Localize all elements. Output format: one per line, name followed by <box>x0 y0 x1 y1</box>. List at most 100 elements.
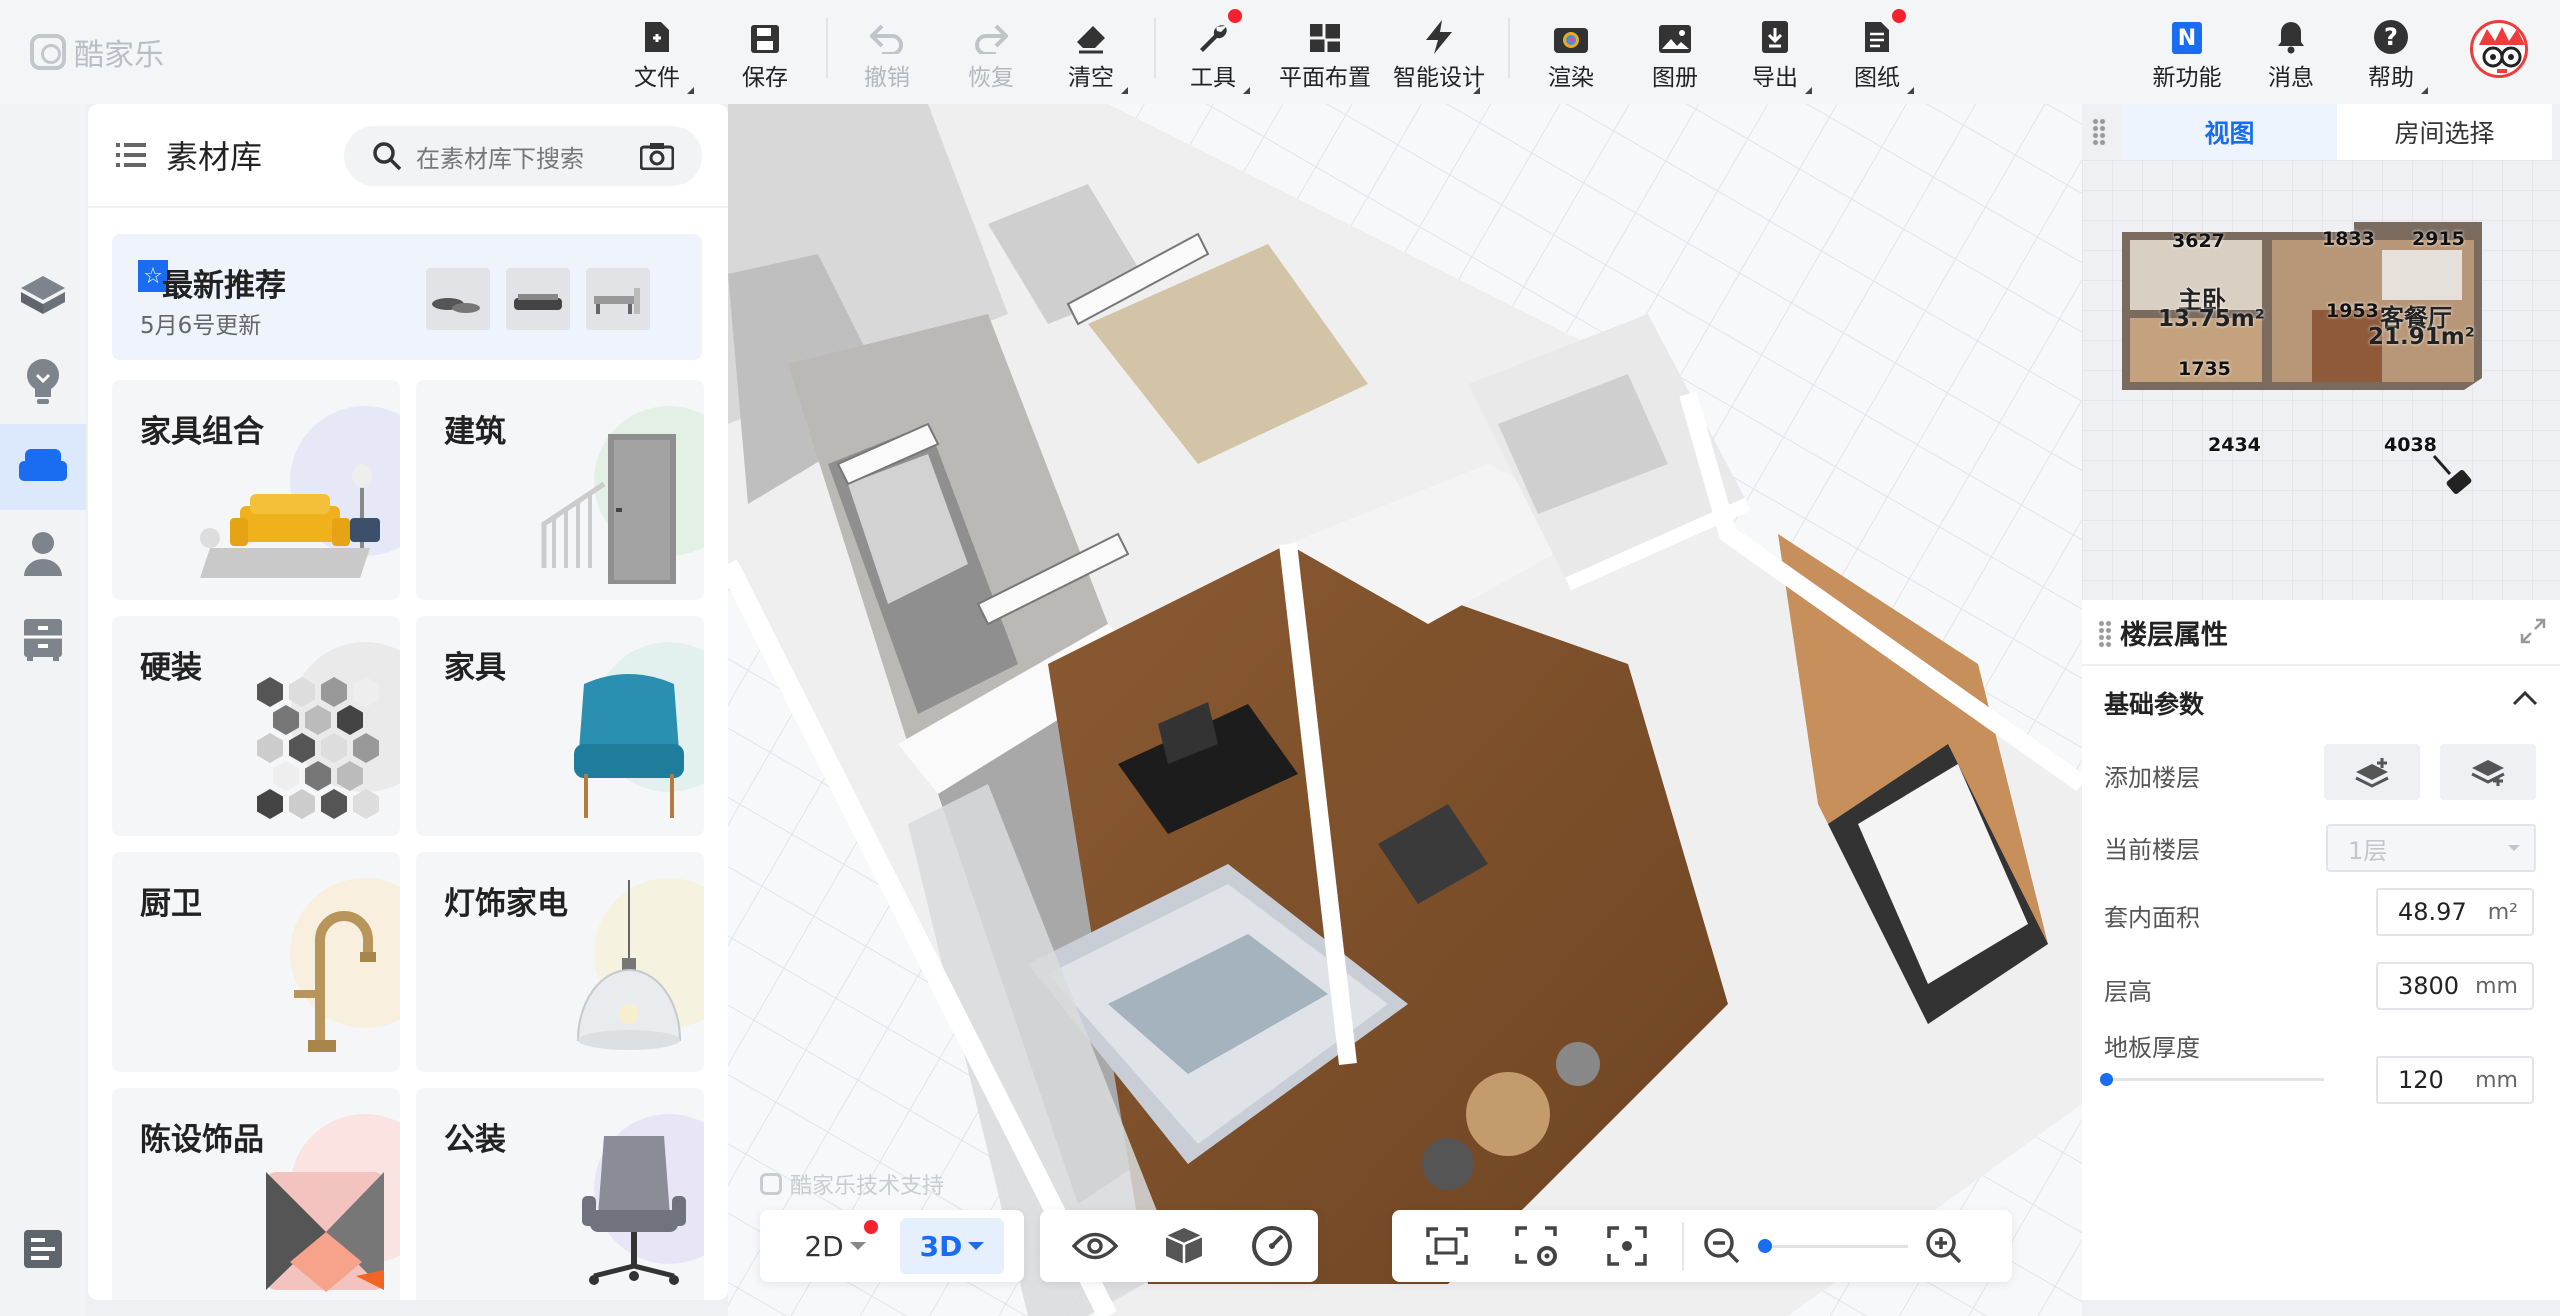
camera-settings-button[interactable] <box>1492 1218 1582 1274</box>
lightbulb-icon <box>27 359 59 404</box>
chevron-up-icon[interactable] <box>2512 690 2538 706</box>
export-button[interactable]: 导出 <box>1730 14 1820 94</box>
brand-logo[interactable]: 酷家乐 <box>30 30 164 74</box>
category-commercial[interactable]: 公装 <box>416 1088 704 1300</box>
performance-button[interactable] <box>1228 1218 1316 1274</box>
zoom-slider-handle[interactable] <box>1758 1239 1772 1253</box>
redo-button[interactable]: 恢复 <box>946 14 1036 94</box>
zoom-out-button[interactable] <box>1694 1218 1750 1274</box>
rail-collapse-button[interactable] <box>0 1206 86 1292</box>
category-furniture-set[interactable]: 家具组合 <box>112 380 400 600</box>
category-kitchen-bath[interactable]: 厨卫 <box>112 852 400 1072</box>
mode-2d-label: 2D <box>804 1229 844 1263</box>
camera-search-icon[interactable] <box>640 142 674 170</box>
drag-handle-icon[interactable] <box>2092 118 2106 146</box>
rail-user-button[interactable] <box>0 510 86 596</box>
clear-button[interactable]: 清空 <box>1046 14 1136 94</box>
floor-props-title: 楼层属性 <box>2082 600 2560 666</box>
recommend-subtitle: 5月6号更新 <box>140 313 262 339</box>
panel-toggle-icon <box>24 1230 62 1268</box>
rail-cabinet-button[interactable] <box>0 596 86 682</box>
search-placeholder: 在素材库下搜索 <box>416 144 584 173</box>
recommend-thumbnail[interactable] <box>426 268 490 330</box>
sofa-icon <box>19 449 67 481</box>
fit-view-button[interactable] <box>1582 1218 1672 1274</box>
visibility-button[interactable] <box>1050 1218 1140 1274</box>
zoom-slider[interactable] <box>1758 1226 1908 1266</box>
mode-3d-button[interactable]: 3D <box>900 1218 1004 1274</box>
rail-build-button[interactable] <box>0 252 86 338</box>
dimension-label: 2915 <box>2412 228 2465 250</box>
help-button[interactable]: ? 帮助 <box>2346 14 2436 94</box>
category-furniture[interactable]: 家具 <box>416 616 704 836</box>
camera-marker-icon[interactable] <box>2430 452 2480 502</box>
expand-icon[interactable] <box>2520 618 2546 644</box>
drawings-button[interactable]: 图纸 <box>1832 9 1922 94</box>
recommend-thumbnail[interactable] <box>586 268 650 330</box>
category-label: 公装 <box>444 1122 506 1158</box>
cube-icon <box>21 276 65 314</box>
height-label: 层高 <box>2104 978 2152 1006</box>
save-button[interactable]: 保存 <box>720 14 810 94</box>
view-options-toolbar <box>1040 1210 1318 1282</box>
album-button[interactable]: 图册 <box>1630 14 1720 94</box>
add-floor-above-button[interactable] <box>2324 744 2420 800</box>
3d-scene[interactable] <box>728 104 2082 1316</box>
category-lighting-appliance[interactable]: 灯饰家电 <box>416 852 704 1072</box>
category-label: 家具 <box>444 650 506 686</box>
category-hard-decor[interactable]: 硬装 <box>112 616 400 836</box>
zoom-in-button[interactable] <box>1916 1218 1972 1274</box>
messages-button[interactable]: 消息 <box>2246 14 2336 94</box>
file-icon <box>645 22 669 52</box>
render-label: 渲染 <box>1548 65 1594 91</box>
list-icon[interactable] <box>116 142 146 168</box>
category-architecture[interactable]: 建筑 <box>416 380 704 600</box>
zoom-out-icon <box>1704 1228 1740 1264</box>
render-camera-icon <box>1554 28 1588 53</box>
smart-design-button[interactable]: 智能设计 <box>1390 14 1488 94</box>
recommend-thumbnail[interactable] <box>506 268 570 330</box>
tab-view[interactable]: 视图 <box>2122 104 2337 160</box>
export-label: 导出 <box>1752 65 1798 91</box>
tools-button[interactable]: 工具 <box>1168 9 1258 94</box>
render-button[interactable]: 渲染 <box>1526 14 1616 94</box>
category-decoration[interactable]: 陈设饰品 <box>112 1088 400 1300</box>
current-floor-select[interactable]: 1层 <box>2326 824 2536 872</box>
door-stair-illustration <box>541 434 676 584</box>
save-label: 保存 <box>742 65 788 91</box>
mode-3d-label: 3D <box>919 1229 963 1263</box>
3d-viewport[interactable]: 酷家乐技术支持 <box>728 104 2082 1316</box>
new-features-button[interactable]: N 新功能 <box>2142 14 2232 94</box>
library-search-input[interactable]: 在素材库下搜索 <box>344 126 702 186</box>
undo-button[interactable]: 撤销 <box>842 14 932 94</box>
slab-thickness-input[interactable]: 120 mm <box>2376 1056 2534 1104</box>
user-icon <box>24 532 62 576</box>
area-input[interactable]: 48.97 m² <box>2376 888 2534 936</box>
add-floor-label: 添加楼层 <box>2104 764 2200 792</box>
zoom-in-icon <box>1926 1228 1962 1264</box>
eye-icon <box>1072 1232 1118 1260</box>
basic-params-section[interactable]: 基础参数 <box>2082 666 2560 740</box>
rail-inspiration-button[interactable] <box>0 338 86 424</box>
box-view-button[interactable] <box>1140 1218 1228 1274</box>
camera-view-button[interactable] <box>1402 1218 1492 1274</box>
latest-recommendation-card[interactable]: ☆ 最新推荐 5月6号更新 <box>112 234 702 360</box>
slab-thickness-slider[interactable] <box>2100 1073 2324 1086</box>
floorplan-layout-button[interactable]: 平面布置 <box>1276 14 1374 94</box>
mode-2d-button[interactable]: 2D <box>780 1218 890 1274</box>
user-avatar[interactable] <box>2470 20 2528 78</box>
area-value: 48.97 <box>2398 898 2467 926</box>
rail-library-button[interactable] <box>0 424 86 510</box>
current-floor-value: 1层 <box>2348 836 2388 865</box>
album-label: 图册 <box>1652 65 1698 91</box>
file-button[interactable]: 文件 <box>612 14 702 94</box>
recommend-title: 最新推荐 <box>162 268 286 304</box>
drag-handle-icon[interactable] <box>2098 620 2112 648</box>
wrench-icon <box>1200 25 1227 52</box>
undo-label: 撤销 <box>864 65 910 91</box>
slider-handle[interactable] <box>2100 1073 2113 1086</box>
height-input[interactable]: 3800 mm <box>2376 962 2534 1010</box>
box-icon <box>1165 1228 1203 1264</box>
tab-room-select[interactable]: 房间选择 <box>2337 104 2552 160</box>
add-floor-below-button[interactable] <box>2440 744 2536 800</box>
